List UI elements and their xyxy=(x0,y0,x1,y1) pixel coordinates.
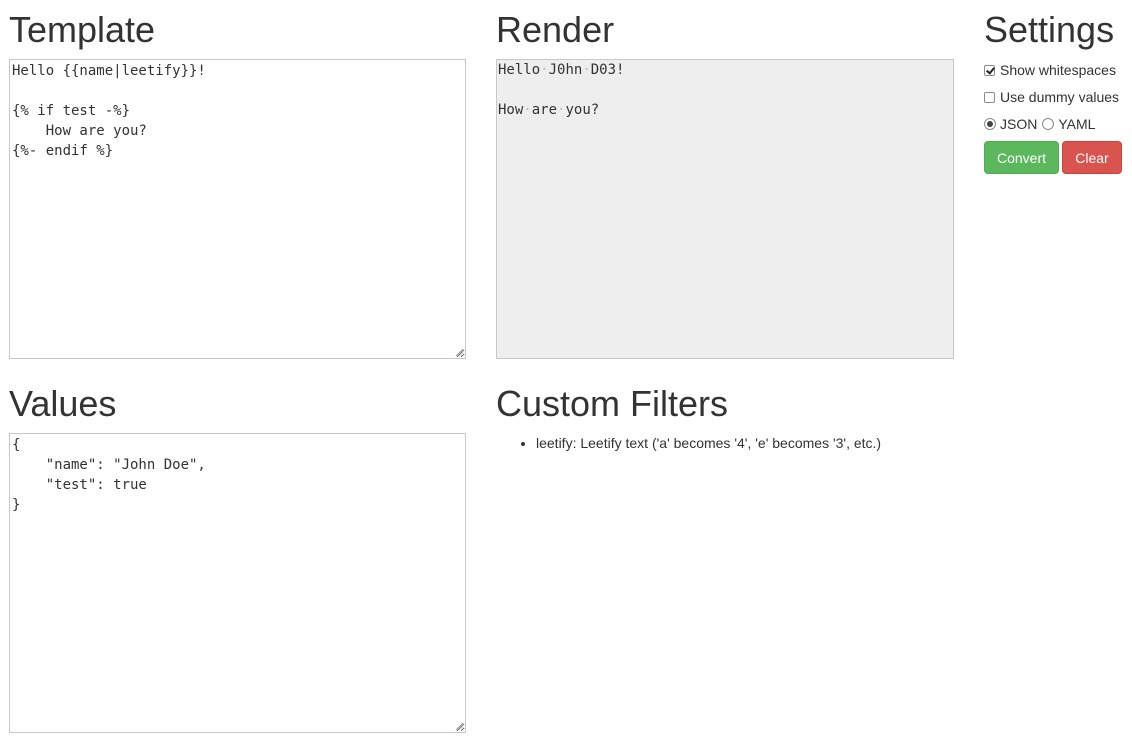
format-radio-group: JSON YAML xyxy=(984,114,1095,134)
render-line: Hello·J0hn·D03! xyxy=(497,60,953,80)
render-word: you? xyxy=(565,102,600,118)
template-line: {%- endif %} xyxy=(12,143,114,159)
custom-filters-list: leetify: Leetify text ('a' becomes '4', … xyxy=(496,433,881,453)
use-dummy-values-checkbox[interactable] xyxy=(984,91,995,103)
whitespace-dot-icon: · xyxy=(540,62,549,78)
values-heading: Values xyxy=(9,383,117,424)
resize-grip-icon[interactable] xyxy=(455,722,464,731)
show-whitespaces-option[interactable]: Show whitespaces xyxy=(984,60,1116,80)
show-whitespaces-label: Show whitespaces xyxy=(1000,62,1116,78)
clear-button[interactable]: Clear xyxy=(1062,141,1122,174)
yaml-radio[interactable] xyxy=(1042,118,1055,130)
values-editor[interactable]: { "name": "John Doe", "test": true} xyxy=(9,433,466,733)
template-heading: Template xyxy=(9,9,156,50)
yaml-radio-label[interactable]: YAML xyxy=(1058,116,1095,132)
whitespace-dot-icon: · xyxy=(523,102,532,118)
render-word: Hello xyxy=(498,62,541,78)
json-radio[interactable] xyxy=(984,118,996,130)
values-line: { xyxy=(12,437,21,453)
render-heading: Render xyxy=(496,9,615,50)
render-word: How xyxy=(498,102,524,118)
use-dummy-values-option[interactable]: Use dummy values xyxy=(984,87,1119,107)
custom-filter-item: leetify: Leetify text ('a' becomes '4', … xyxy=(536,433,881,453)
use-dummy-values-label: Use dummy values xyxy=(1000,89,1120,105)
show-whitespaces-checkbox[interactable] xyxy=(984,64,995,76)
render-word: D03! xyxy=(590,62,625,78)
template-line: {% if test -%} xyxy=(12,103,131,119)
values-line: "test": true xyxy=(12,477,147,493)
json-radio-label[interactable]: JSON xyxy=(1000,116,1037,132)
values-line: "name": "John Doe", xyxy=(12,457,206,473)
template-line xyxy=(12,81,463,101)
render-line xyxy=(497,80,953,100)
values-line: } xyxy=(12,497,21,513)
render-word: J0hn xyxy=(548,62,583,78)
template-line: Hello {{name|leetify}}! xyxy=(12,63,206,79)
custom-filters-heading: Custom Filters xyxy=(496,383,729,424)
render-line: How·are·you? xyxy=(497,100,953,120)
template-line: How are you? xyxy=(12,123,147,139)
settings-heading: Settings xyxy=(984,9,1115,50)
render-output: Hello·J0hn·D03! How·are·you? xyxy=(496,59,954,359)
whitespace-dot-icon: · xyxy=(582,62,591,78)
convert-button[interactable]: Convert xyxy=(984,141,1059,174)
template-editor[interactable]: Hello {{name|leetify}}! {% if test -%} Ho… xyxy=(9,59,466,359)
resize-grip-icon[interactable] xyxy=(455,348,464,357)
render-word: are xyxy=(531,102,558,118)
